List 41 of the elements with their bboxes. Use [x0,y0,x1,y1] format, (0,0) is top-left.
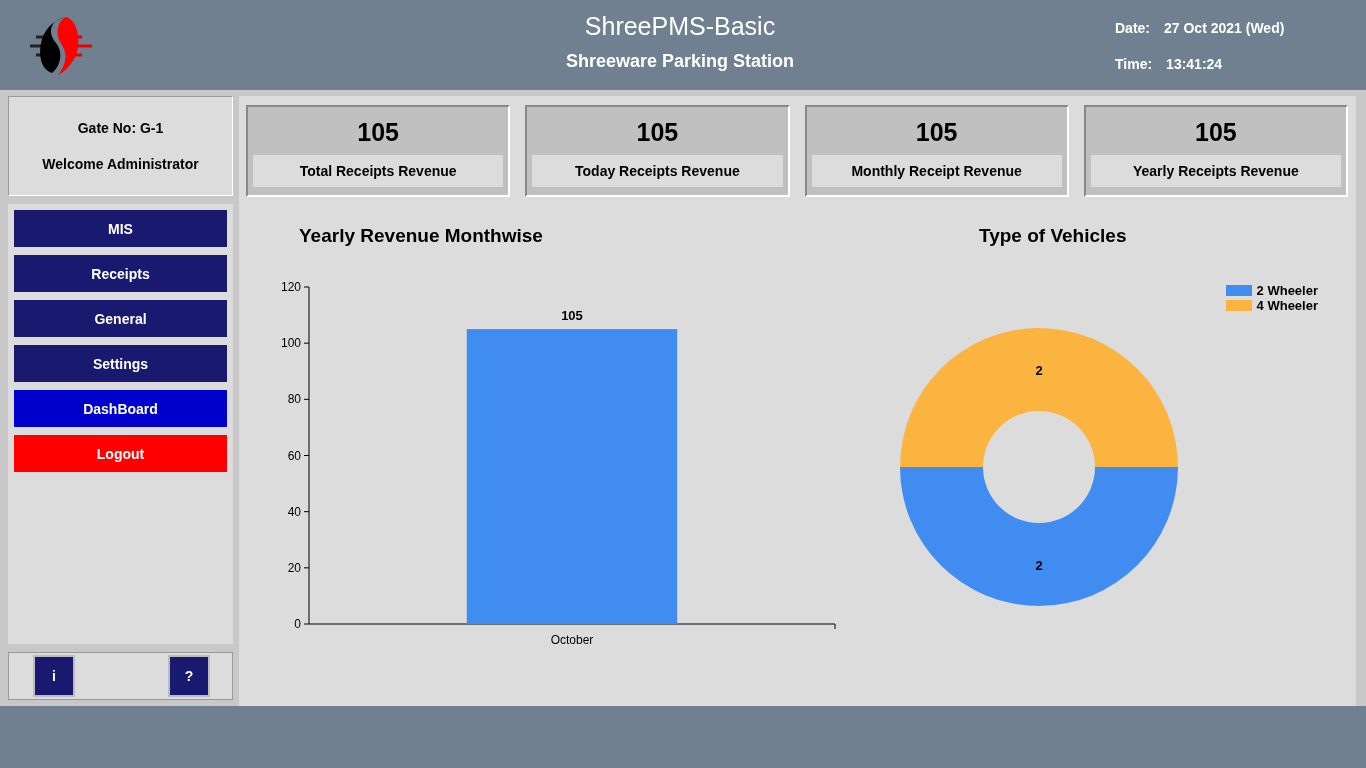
y-tick-label: 120 [280,280,301,294]
slice-value-label: 2 [1035,362,1043,378]
stat-value: 105 [636,117,679,148]
x-tick-label: October [550,633,594,647]
gate-number: Gate No: G-1 [77,120,164,136]
menu-button[interactable]: MIS [14,210,227,247]
menu-button[interactable]: General [14,300,227,337]
legend-swatch [1225,285,1252,296]
stat-label: Monthly Receipt Revenue [811,155,1062,187]
time-value: 13:41:24 [1166,56,1223,72]
y-tick-label: 20 [287,560,301,575]
slice-value-label: 2 [1035,557,1043,573]
y-tick-label: 40 [287,504,301,519]
help-button[interactable]: ? [168,655,210,697]
stat-value: 105 [915,117,958,148]
legend-swatch [1225,300,1252,311]
menu-button[interactable]: Logout [14,435,227,472]
menu-button[interactable]: Receipts [14,255,227,292]
y-tick-label: 60 [287,448,301,463]
legend-label: 2 Wheeler [1256,283,1318,298]
app-subtitle: Shreeware Parking Station [564,51,796,72]
menu-button[interactable]: Settings [14,345,227,382]
stat-label: Yearly Receipts Revenue [1090,155,1341,187]
date-value: 27 Oct 2021 (Wed) [1164,20,1285,36]
chart-title: Yearly Revenue Monthwise [299,225,544,247]
info-button[interactable]: i [33,655,75,697]
y-tick-label: 0 [294,617,301,631]
chart-title: Type of Vehicles [979,225,1127,247]
stat-label: Total Receipts Revenue [253,155,504,187]
time-label: Time: [1115,56,1153,72]
stat-value: 105 [357,117,399,148]
date-label: Date: [1115,20,1150,36]
y-tick-label: 100 [280,336,301,351]
stat-label: Today Receipts Revenue [532,155,783,187]
menu-button[interactable]: DashBoard [14,390,227,427]
stat-value: 105 [1195,117,1237,148]
bar-value-label: 105 [561,308,583,324]
app-title: ShreePMS-Basic [583,12,777,41]
legend-label: 4 Wheeler [1256,298,1318,313]
welcome-text: Welcome Administrator [42,156,199,172]
y-tick-label: 80 [287,392,301,407]
